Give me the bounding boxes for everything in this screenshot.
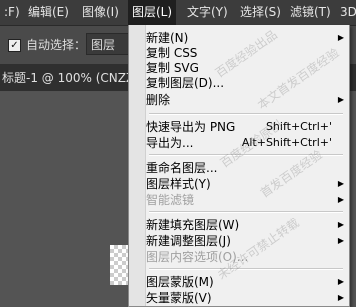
menu-separator xyxy=(149,154,343,156)
menubar-3d[interactable]: 3D xyxy=(336,0,356,25)
menu-item-delete[interactable]: 删除 ▶ xyxy=(146,92,346,108)
auto-select-label: 自动选择： xyxy=(26,38,87,52)
submenu-arrow-icon: ▶ xyxy=(337,179,344,188)
menu-item-label: 图层样式(Y) xyxy=(146,177,211,191)
menu-item-new-adjustment-layer[interactable]: 新建调整图层(J) ▶ xyxy=(146,233,346,249)
menu-item-copy-css[interactable]: 复制 CSS xyxy=(146,45,346,61)
menu-item-label: 图层内容选项(O)... xyxy=(146,250,249,264)
menu-item-vector-mask[interactable]: 矢量蒙版(V) ▶ xyxy=(146,290,346,306)
auto-select-dropdown[interactable]: 图层 xyxy=(86,33,130,55)
layer-menu-dropdown: 新建(N) ▶ 复制 CSS 复制 SVG 复制图层(D)... 删除 ▶ 快速… xyxy=(128,25,350,307)
menu-item-quick-export-png[interactable]: 快速导出为 PNG Shift+Ctrl+' xyxy=(146,119,346,135)
menu-item-new[interactable]: 新建(N) ▶ xyxy=(146,30,346,46)
menubar-type[interactable]: 文字(Y) xyxy=(183,0,232,25)
menu-separator xyxy=(149,113,343,115)
submenu-arrow-icon: ▶ xyxy=(337,236,344,245)
menu-item-new-fill-layer[interactable]: 新建填充图层(W) ▶ xyxy=(146,217,346,233)
menu-separator xyxy=(149,211,343,213)
menu-item-label: 复制 SVG xyxy=(146,61,199,75)
submenu-arrow-icon: ▶ xyxy=(337,277,344,286)
menu-item-export-as[interactable]: 导出为... Alt+Shift+Ctrl+' xyxy=(146,135,346,151)
menu-bar: :F) 编辑(E) 图像(I) 图层(L) 文字(Y) 选择(S) 滤镜(T) … xyxy=(0,0,356,26)
menu-item-label: 新建(N) xyxy=(146,31,189,45)
menu-item-rename-layer[interactable]: 重命名图层... xyxy=(146,160,346,176)
menubar-filter[interactable]: 滤镜(T) xyxy=(286,0,335,25)
menu-item-label: 快速导出为 PNG xyxy=(146,120,236,134)
submenu-arrow-icon: ▶ xyxy=(337,293,344,302)
menu-item-label: 复制 CSS xyxy=(146,46,198,60)
menu-icon-gutter xyxy=(129,25,146,306)
menu-item-copy-svg[interactable]: 复制 SVG xyxy=(146,60,346,76)
menubar-layer[interactable]: 图层(L) xyxy=(128,0,177,25)
menubar-edit[interactable]: 编辑(E) xyxy=(24,0,73,25)
auto-select-checkbox[interactable]: ✓ xyxy=(8,39,21,52)
submenu-arrow-icon: ▶ xyxy=(337,195,344,204)
menu-item-label: 复制图层(D)... xyxy=(146,76,225,90)
menubar-image[interactable]: 图像(I) xyxy=(78,0,123,25)
menu-item-shortcut: Shift+Ctrl+' xyxy=(265,120,332,133)
menu-item-label: 新建填充图层(W) xyxy=(146,218,240,232)
menu-item-label: 矢量蒙版(V) xyxy=(146,291,212,305)
menubar-select[interactable]: 选择(S) xyxy=(236,0,285,25)
menu-item-label: 删除 xyxy=(146,93,171,107)
menu-item-label: 重命名图层... xyxy=(146,161,218,175)
submenu-arrow-icon: ▶ xyxy=(337,33,344,42)
menu-item-shortcut: Alt+Shift+Ctrl+' xyxy=(241,136,332,149)
menu-item-layer-style[interactable]: 图层样式(Y) ▶ xyxy=(146,176,346,192)
menu-item-label: 新建调整图层(J) xyxy=(146,234,231,248)
menu-item-label: 智能滤镜 xyxy=(146,193,195,207)
menu-item-layer-content-options: 图层内容选项(O)... xyxy=(146,249,346,265)
menu-separator xyxy=(149,268,343,270)
menu-item-smart-filter: 智能滤镜 ▶ xyxy=(146,192,346,208)
menubar-file-partial[interactable]: :F) xyxy=(0,0,24,25)
menu-item-duplicate-layer[interactable]: 复制图层(D)... xyxy=(146,75,346,91)
menu-item-label: 导出为... xyxy=(146,136,194,150)
menu-item-layer-mask[interactable]: 图层蒙版(M) ▶ xyxy=(146,274,346,290)
submenu-arrow-icon: ▶ xyxy=(337,95,344,104)
menu-item-label: 图层蒙版(M) xyxy=(146,275,214,289)
submenu-arrow-icon: ▶ xyxy=(337,220,344,229)
